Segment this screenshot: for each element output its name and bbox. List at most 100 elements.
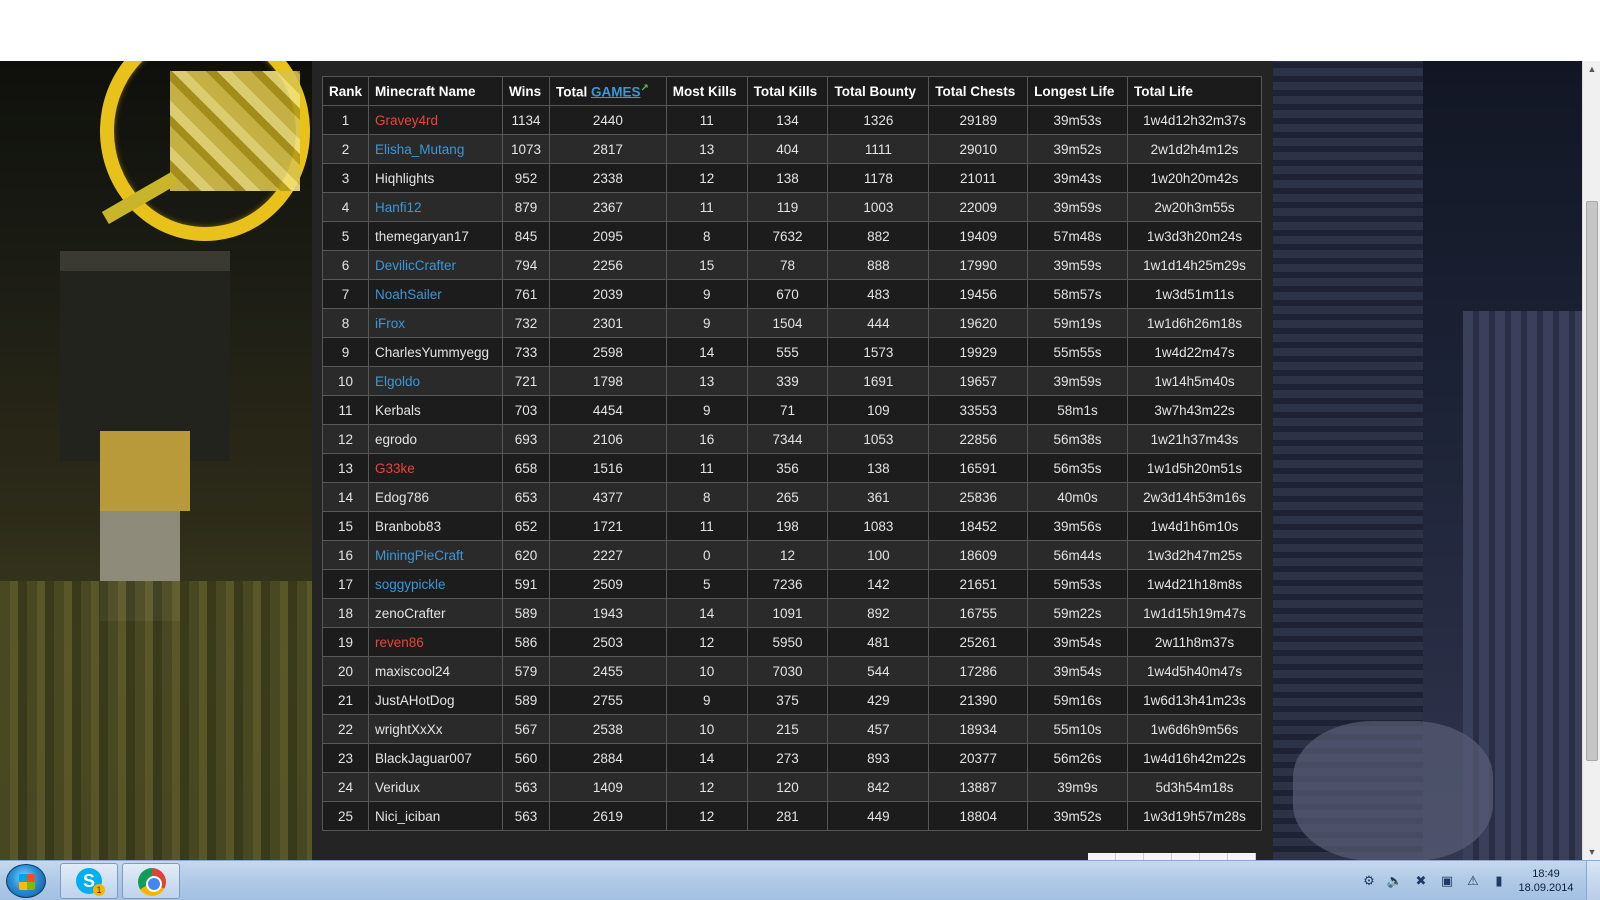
steam-icon[interactable]: ⚙ bbox=[1360, 872, 1378, 890]
cell-longest-life: 59m53s bbox=[1027, 569, 1128, 599]
cell-name[interactable]: NoahSailer bbox=[368, 279, 503, 309]
cell-most-kills: 11 bbox=[665, 511, 748, 541]
header-total-games: Total GAMES↗ bbox=[548, 76, 667, 106]
cell-total-games: 1409 bbox=[548, 772, 667, 802]
cell-total-life: 1w21h37m43s bbox=[1126, 424, 1263, 454]
cell-total-chests: 18609 bbox=[928, 540, 1029, 570]
cell-total-games: 2755 bbox=[548, 685, 667, 715]
cell-total-bounty: 142 bbox=[827, 569, 930, 599]
cell-name: zenoCrafter bbox=[368, 598, 503, 628]
table-header-row: Rank Minecraft Name Wins Total GAMES↗ Mo… bbox=[321, 76, 1263, 106]
page-scrollbar[interactable]: ▲ ▼ bbox=[1582, 61, 1600, 860]
cell-total-life: 1w4d22m47s bbox=[1126, 337, 1263, 367]
system-tray: ⚙ 🔈 ✖ ▣ ⚠ ▮ bbox=[1360, 869, 1508, 893]
cell-wins: 620 bbox=[501, 540, 550, 570]
cell-total-bounty: 842 bbox=[827, 772, 930, 802]
cell-total-kills: 1504 bbox=[746, 308, 829, 338]
character-head-art bbox=[100, 431, 190, 511]
cell-rank: 23 bbox=[321, 743, 370, 773]
cell-total-life: 1w20h20m42s bbox=[1126, 163, 1263, 193]
header-rank: Rank bbox=[321, 76, 370, 106]
cell-total-life: 1w3d2h47m25s bbox=[1126, 540, 1263, 570]
header-minecraft-name: Minecraft Name bbox=[368, 76, 503, 106]
cell-total-life: 1w4d16h42m22s bbox=[1126, 743, 1263, 773]
cell-total-chests: 19620 bbox=[928, 308, 1029, 338]
table-row: 17 soggypickle 591 2509 5 7236 142 21651 59m53s 1… bbox=[321, 569, 1263, 599]
taskbar-chrome-button[interactable] bbox=[122, 863, 180, 899]
cell-total-life: 1w3d51m11s bbox=[1126, 279, 1263, 309]
cell-rank: 8 bbox=[321, 308, 370, 338]
cell-most-kills: 9 bbox=[665, 395, 748, 425]
table-row: 7 NoahSailer 761 2039 9 670 483 19456 58m57s 1w3d… bbox=[321, 279, 1263, 309]
cell-longest-life: 40m0s bbox=[1027, 482, 1128, 512]
cell-name[interactable]: Elisha_Mutang bbox=[368, 134, 503, 164]
taskbar-skype-button[interactable]: S 1 bbox=[60, 863, 118, 899]
leaderboard-panel: Rank Minecraft Name Wins Total GAMES↗ Mo… bbox=[312, 61, 1273, 861]
cell-total-kills: 71 bbox=[746, 395, 829, 425]
cell-total-chests: 17990 bbox=[928, 250, 1029, 280]
cell-rank: 1 bbox=[321, 105, 370, 135]
cell-name[interactable]: DevilicCrafter bbox=[368, 250, 503, 280]
cell-name: Hiqhlights bbox=[368, 163, 503, 193]
start-button[interactable] bbox=[6, 864, 46, 898]
cell-name[interactable]: Hanfi12 bbox=[368, 192, 503, 222]
cell-total-games: 2440 bbox=[548, 105, 667, 135]
cell-total-bounty: 1178 bbox=[827, 163, 930, 193]
cell-total-kills: 138 bbox=[746, 163, 829, 193]
cell-total-bounty: 882 bbox=[827, 221, 930, 251]
cell-longest-life: 39m52s bbox=[1027, 801, 1128, 831]
cell-total-life: 5d3h54m18s bbox=[1126, 772, 1263, 802]
cell-longest-life: 59m22s bbox=[1027, 598, 1128, 628]
clock-time: 18:49 bbox=[1532, 868, 1560, 880]
cell-name[interactable]: Elgoldo bbox=[368, 366, 503, 396]
cell-total-games: 4377 bbox=[548, 482, 667, 512]
cell-total-bounty: 892 bbox=[827, 598, 930, 628]
cell-longest-life: 39m59s bbox=[1027, 250, 1128, 280]
cell-longest-life: 39m9s bbox=[1027, 772, 1128, 802]
cell-most-kills: 8 bbox=[665, 221, 748, 251]
cell-total-kills: 78 bbox=[746, 250, 829, 280]
cell-wins: 1134 bbox=[501, 105, 550, 135]
cell-total-games: 1516 bbox=[548, 453, 667, 483]
cell-wins: 563 bbox=[501, 801, 550, 831]
header-most-kills: Most Kills bbox=[665, 76, 748, 106]
cell-name[interactable]: MiningPieCraft bbox=[368, 540, 503, 570]
cell-name[interactable]: soggypickle bbox=[368, 569, 503, 599]
cell-name[interactable]: iFrox bbox=[368, 308, 503, 338]
warning-icon[interactable]: ⚠ bbox=[1464, 872, 1482, 890]
cell-wins: 658 bbox=[501, 453, 550, 483]
show-desktop-button[interactable] bbox=[1586, 861, 1600, 900]
cell-most-kills: 5 bbox=[665, 569, 748, 599]
signal-icon[interactable]: ▮ bbox=[1490, 872, 1508, 890]
clock[interactable]: 18:49 18.09.2014 bbox=[1508, 867, 1584, 895]
cell-name[interactable]: reven86 bbox=[368, 627, 503, 657]
cell-longest-life: 58m57s bbox=[1027, 279, 1128, 309]
cell-wins: 563 bbox=[501, 772, 550, 802]
cell-total-chests: 18934 bbox=[928, 714, 1029, 744]
grass-art bbox=[0, 581, 312, 860]
cell-total-games: 2817 bbox=[548, 134, 667, 164]
cell-total-life: 2w1d2h4m12s bbox=[1126, 134, 1263, 164]
leaderboard-table: Rank Minecraft Name Wins Total GAMES↗ Mo… bbox=[321, 76, 1263, 831]
cell-total-bounty: 109 bbox=[827, 395, 930, 425]
cell-wins: 733 bbox=[501, 337, 550, 367]
cell-rank: 9 bbox=[321, 337, 370, 367]
scroll-up-arrow-icon[interactable]: ▲ bbox=[1583, 61, 1600, 77]
games-link[interactable]: GAMES bbox=[591, 84, 641, 99]
cell-name[interactable]: Gravey4rd bbox=[368, 105, 503, 135]
device-icon[interactable]: ▣ bbox=[1438, 872, 1456, 890]
cell-total-games: 2509 bbox=[548, 569, 667, 599]
cell-total-bounty: 483 bbox=[827, 279, 930, 309]
leaderboard-body: 1 Gravey4rd 1134 2440 11 134 1326 29189 39m53s 1w… bbox=[321, 105, 1263, 831]
scroll-down-arrow-icon[interactable]: ▼ bbox=[1583, 844, 1600, 860]
cell-longest-life: 55m10s bbox=[1027, 714, 1128, 744]
cell-wins: 653 bbox=[501, 482, 550, 512]
volume-icon[interactable]: 🔈 bbox=[1386, 872, 1404, 890]
network-error-icon[interactable]: ✖ bbox=[1412, 872, 1430, 890]
external-link-icon[interactable]: ↗ bbox=[641, 83, 649, 94]
cell-wins: 845 bbox=[501, 221, 550, 251]
background-art-left bbox=[0, 61, 312, 860]
cell-name[interactable]: G33ke bbox=[368, 453, 503, 483]
scrollbar-thumb[interactable] bbox=[1586, 201, 1598, 761]
header-total-life: Total Life bbox=[1126, 76, 1263, 106]
